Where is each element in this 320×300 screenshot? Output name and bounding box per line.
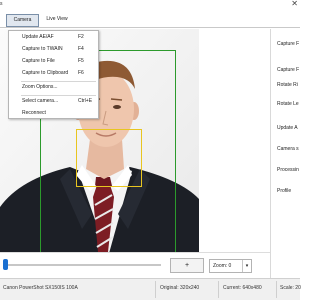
- menu-item-shortcut: F2: [78, 34, 84, 40]
- tab-strip: Camera Live View: [0, 12, 300, 28]
- menu-item-select-camera[interactable]: Select camera... Ctrl+E: [9, 96, 98, 107]
- panel-item-capture-to-file[interactable]: Capture F: [277, 41, 299, 47]
- menu-item-shortcut: F5: [78, 58, 84, 64]
- menu-item-capture-to-clipboard[interactable]: Capture to Clipboard F6: [9, 68, 98, 79]
- preview-controls: + Zoom: 0 ▾: [0, 252, 270, 276]
- panel-item-rotate-left[interactable]: Rotate Le: [277, 101, 299, 107]
- camera-context-menu: Update AE/AF F2 Capture to TWAIN F4 Capt…: [8, 30, 99, 119]
- status-camera-model: Canon PowerShot SX150IS 100A: [3, 285, 78, 291]
- status-original-resolution: Original: 320x240: [160, 285, 200, 291]
- menu-item-label: Capture to File: [22, 58, 55, 64]
- tab-live-view[interactable]: Live View: [40, 14, 74, 27]
- panel-item-profile[interactable]: Profile: [277, 188, 291, 194]
- tab-camera[interactable]: Camera: [6, 14, 39, 27]
- panel-item-camera-settings[interactable]: Camera s: [277, 146, 299, 152]
- panel-item-update-af[interactable]: Update A: [277, 125, 298, 131]
- status-bar: Canon PowerShot SX150IS 100A Original: 3…: [0, 278, 301, 300]
- window-title: s: [0, 1, 3, 7]
- panel-item-rotate-right[interactable]: Rotate Ri: [277, 82, 298, 88]
- menu-item-label: Select camera...: [22, 98, 59, 104]
- menu-item-label: Reconnect: [22, 110, 46, 116]
- panel-item-capture-to-file-2[interactable]: Capture F: [277, 67, 299, 73]
- zoom-slider-track[interactable]: [6, 264, 161, 266]
- menu-item-label: Capture to Clipboard: [22, 70, 69, 76]
- menu-item-shortcut: F6: [78, 70, 84, 76]
- menu-item-capture-to-file[interactable]: Capture to File F5: [9, 56, 98, 67]
- zoom-slider-thumb[interactable]: [3, 259, 8, 270]
- menu-item-capture-to-twain[interactable]: Capture to TWAIN F4: [9, 44, 98, 55]
- status-divider: [155, 281, 156, 298]
- menu-item-update-ae-af[interactable]: Update AE/AF F2: [9, 32, 98, 43]
- chevron-down-icon[interactable]: ▾: [242, 260, 251, 272]
- menu-item-shortcut: F4: [78, 46, 84, 52]
- status-scale: Scale: 20: [280, 285, 301, 291]
- menu-item-shortcut: Ctrl+E: [78, 98, 93, 104]
- title-bar: s ✕: [0, 0, 300, 12]
- status-divider: [218, 281, 219, 298]
- menu-item-label: Zoom Options...: [22, 84, 58, 90]
- panel-item-processing[interactable]: Processin: [277, 167, 299, 173]
- face-detection-frame: [76, 129, 142, 187]
- zoom-select[interactable]: Zoom: 0 ▾: [209, 259, 252, 273]
- zoom-in-button[interactable]: +: [170, 258, 204, 273]
- menu-item-reconnect[interactable]: Reconnect: [9, 108, 98, 119]
- command-panel: Capture F Capture F Rotate Ri Rotate Le …: [270, 29, 300, 278]
- status-current-resolution: Current: 640x480: [223, 285, 262, 291]
- menu-item-label: Capture to TWAIN: [22, 46, 63, 52]
- status-divider: [276, 281, 277, 298]
- menu-item-label: Update AE/AF: [22, 34, 54, 40]
- zoom-select-value: Zoom: 0: [213, 263, 232, 269]
- close-icon[interactable]: ✕: [291, 0, 298, 8]
- menu-item-zoom-options[interactable]: Zoom Options...: [9, 82, 98, 93]
